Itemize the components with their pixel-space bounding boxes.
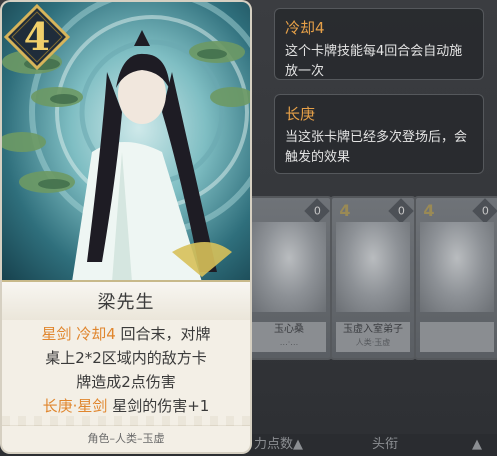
background-card-1[interactable]: 0 玉心桑 …·… [246, 196, 332, 360]
decorative-wave [2, 416, 250, 426]
sort-by-power[interactable]: 力点数▲ [254, 434, 303, 456]
card-name: 玉虚入室弟子 [343, 324, 403, 335]
keyword-xingjian[interactable]: 星剑 [41, 325, 71, 343]
card-type-text: 角色–人类–玉虚 [87, 432, 165, 445]
card-name: 玉心桑 [274, 324, 304, 335]
desc-text: 回合末，对牌 [115, 325, 211, 343]
card-name-plate: 梁先生 [2, 280, 250, 320]
selected-card[interactable]: 4 梁先生 星剑 冷却4 回合末，对牌 桌上2*2区域内的敌方卡 牌造成2点伤害… [2, 2, 250, 452]
card-name-plate [420, 322, 494, 352]
card-type-line: 角色–人类–玉虚 [2, 416, 250, 452]
card-cost: 4 [339, 201, 351, 220]
card-name-plate: 玉心桑 …·… [252, 322, 326, 352]
tooltip-title: 冷却4 [285, 19, 325, 37]
keyword-cooldown[interactable]: 冷却4 [76, 325, 116, 343]
desc-line-3: 牌造成2点伤害 [76, 373, 176, 391]
card-art [420, 222, 494, 312]
card-art [252, 222, 326, 312]
desc-text: 星剑的伤害+1 [107, 397, 210, 415]
card-subtitle: …·… [279, 338, 299, 347]
card-art [336, 222, 410, 312]
background-card-2[interactable]: 4 0 玉虚入室弟子 人类·玉虚 [330, 196, 416, 360]
desc-line-1: 星剑 冷却4 回合末，对牌 [12, 322, 240, 346]
card-name-plate: 玉虚入室弟子 人类·玉虚 [336, 322, 410, 352]
keyword-changgeng[interactable]: 长庚·星剑 [43, 397, 108, 415]
background-card-3[interactable]: 4 0 [414, 196, 497, 360]
tooltip-cooldown: 冷却4 这个卡牌技能每4回合会自动施放一次 [274, 8, 484, 80]
cost-diamond-icon: 0 [304, 198, 330, 224]
cost-diamond-icon: 0 [388, 198, 414, 224]
cost-diamond-icon: 0 [472, 198, 497, 224]
tooltip-changgeng: 长庚 当这张卡牌已经多次登场后，会触发的效果 [274, 94, 484, 174]
sort-by-title[interactable]: 头衔 [372, 434, 398, 456]
cost-badge: 4 [3, 3, 71, 71]
sort-toggle[interactable]: ▲ [472, 434, 482, 456]
tooltip-title: 长庚 [285, 105, 316, 123]
sort-bar: 力点数▲ 头衔 ▲ [250, 434, 497, 456]
tooltip-body: 当这张卡牌已经多次登场后，会触发的效果 [285, 130, 468, 165]
card-cost: 4 [23, 14, 51, 59]
desc-line-4: 长庚·星剑 星剑的伤害+1 [12, 394, 240, 418]
tooltip-body: 这个卡牌技能每4回合会自动施放一次 [285, 44, 463, 79]
card-description: 星剑 冷却4 回合末，对牌 桌上2*2区域内的敌方卡 牌造成2点伤害 长庚·星剑… [12, 322, 240, 418]
card-name: 梁先生 [97, 292, 155, 313]
card-cost: 4 [423, 201, 435, 220]
card-subtitle: 人类·玉虚 [355, 338, 391, 347]
desc-line-2: 桌上2*2区域内的敌方卡 [45, 349, 207, 367]
